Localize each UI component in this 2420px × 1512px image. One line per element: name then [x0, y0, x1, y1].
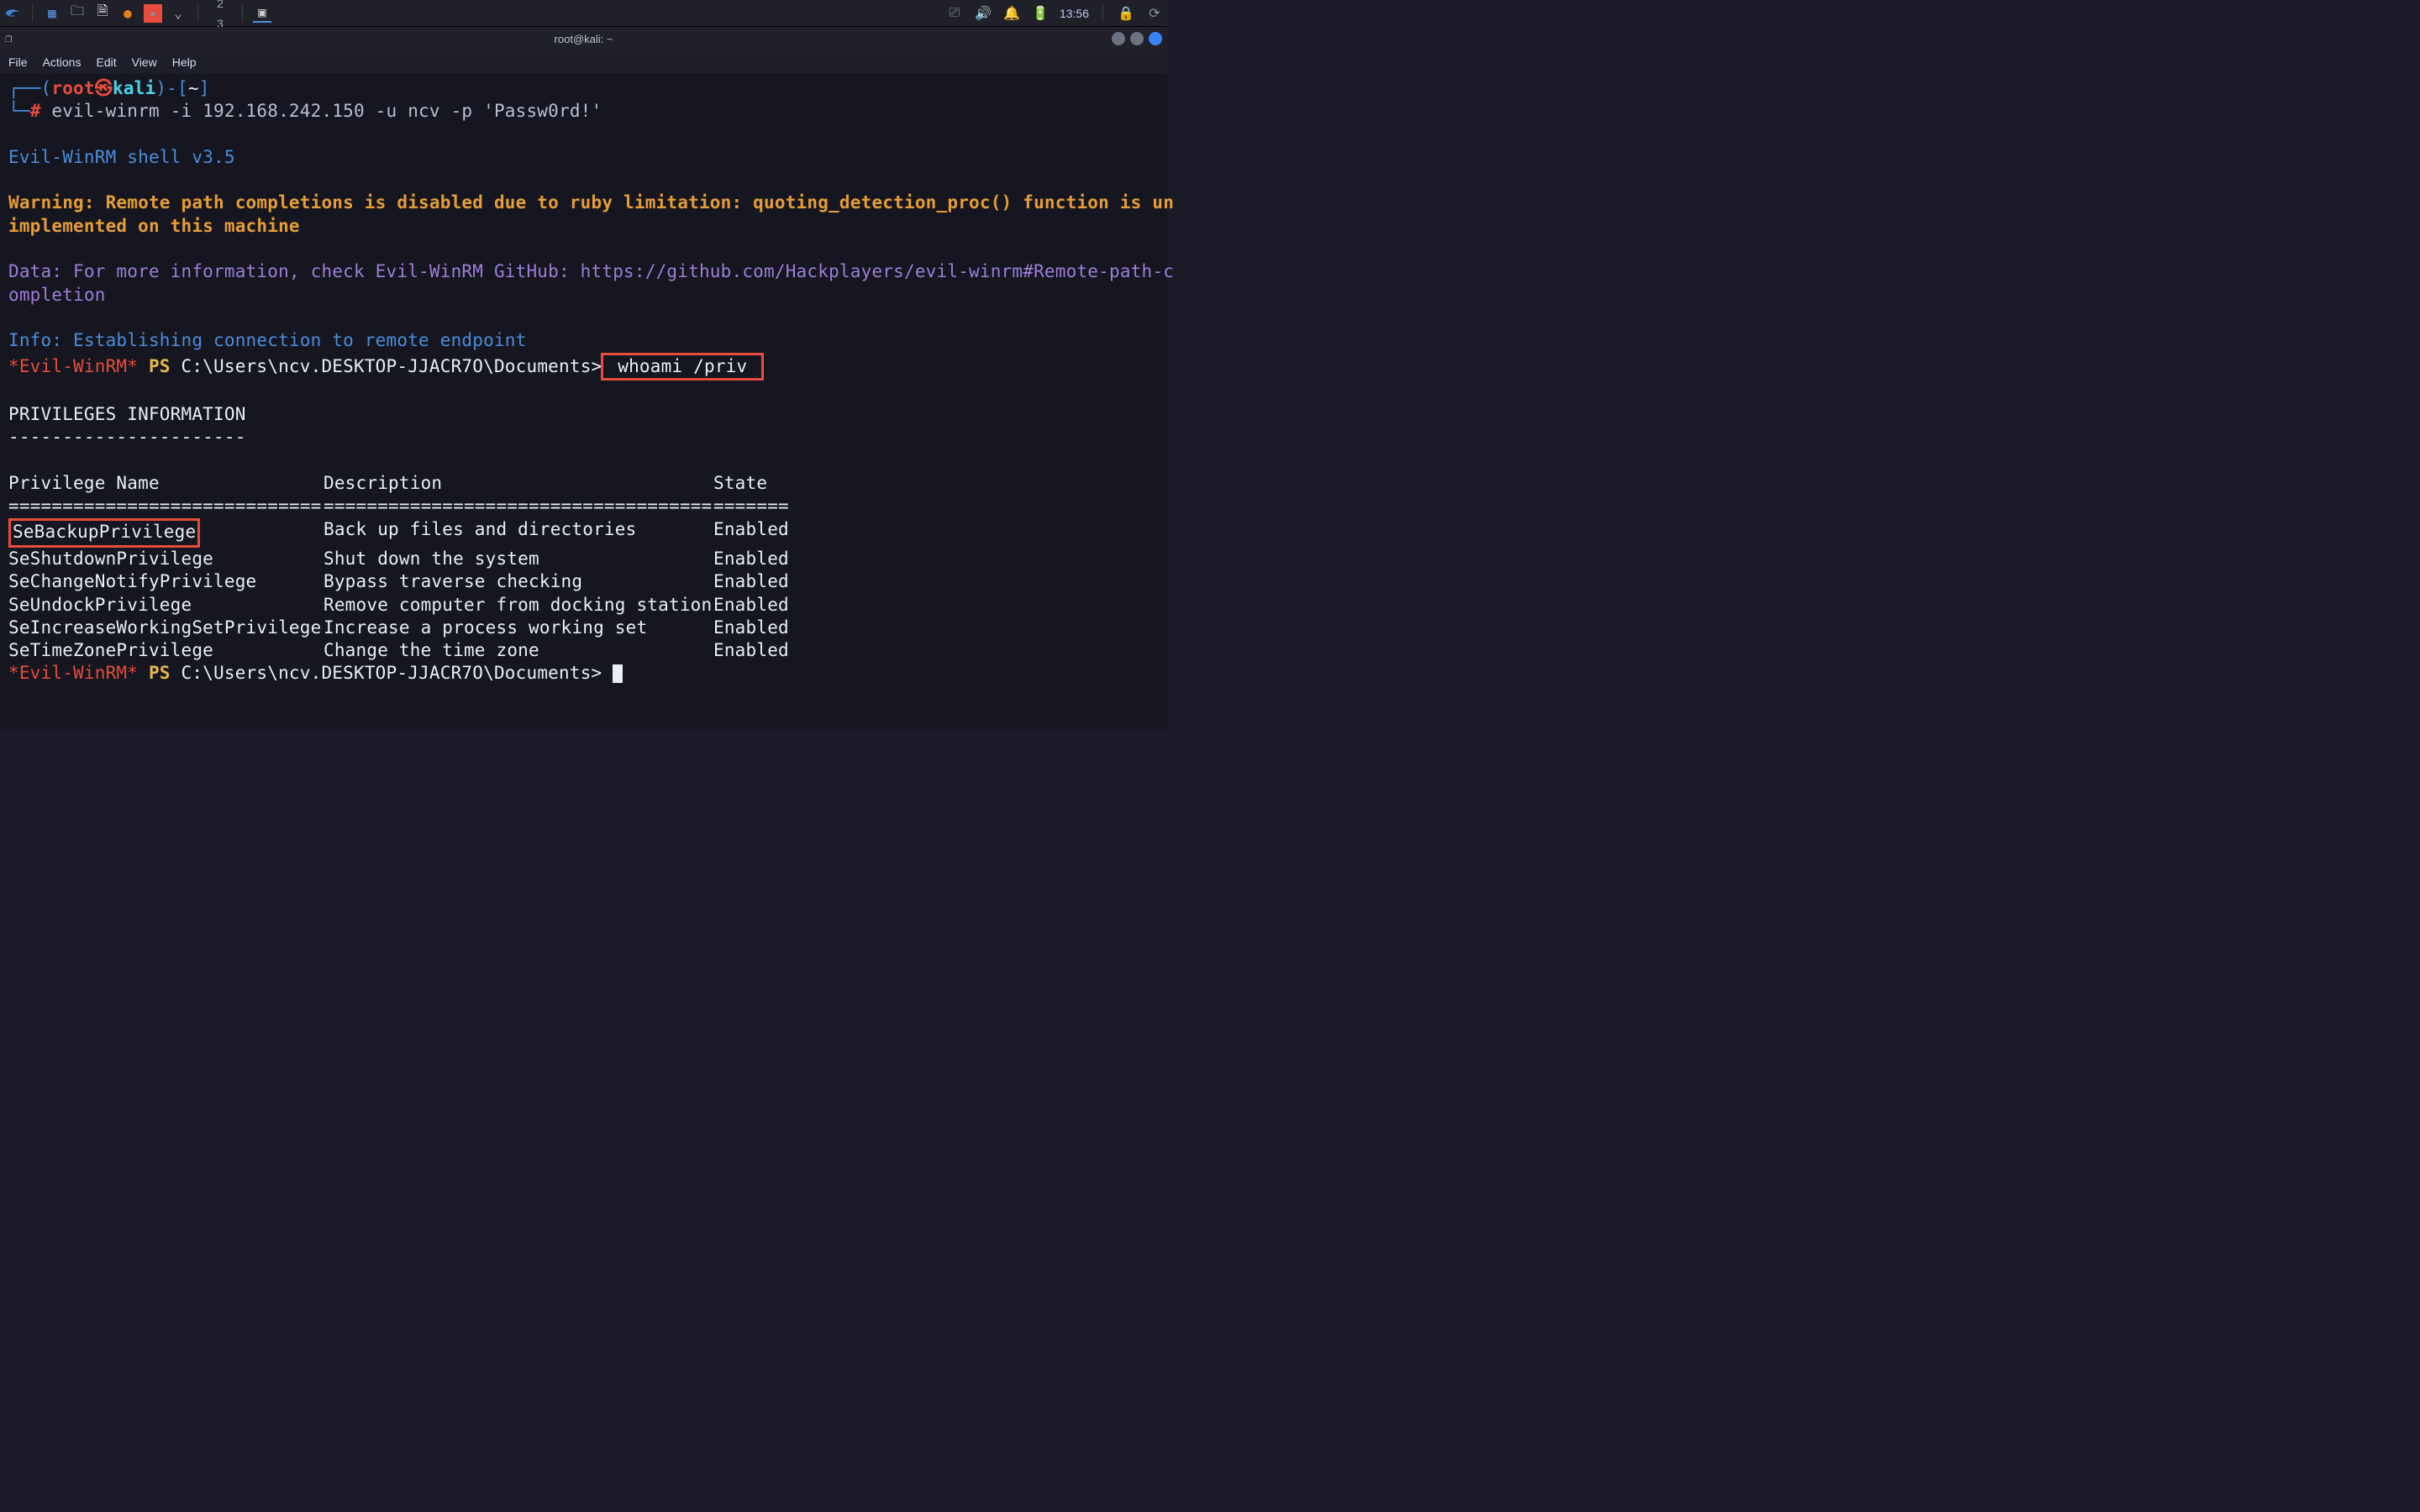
table-rule-row: ============================= ==========… — [8, 495, 1159, 517]
dropdown-icon[interactable]: ⌄ — [169, 4, 187, 23]
header-desc: Description — [324, 472, 713, 495]
lock-icon[interactable]: 🔒 — [1117, 4, 1135, 23]
menu-edit[interactable]: Edit — [96, 55, 116, 69]
priv-name: SeUndockPrivilege — [8, 594, 324, 617]
evil-winrm-prompt: *Evil-WinRM* — [8, 356, 138, 376]
taskbar-right: ⎚ 🔊 🔔 🔋 13:56 🔒 ⟳ — [945, 4, 1164, 23]
window-titlebar[interactable]: ❐ root@kali: ~ — [0, 27, 1167, 50]
evil-winrm-prompt: *Evil-WinRM* — [8, 663, 138, 683]
priv-state: Enabled — [713, 617, 789, 639]
priv-desc: Back up files and directories — [324, 518, 713, 548]
priv-name: SeBackupPrivilege — [8, 518, 324, 548]
cursor — [613, 664, 623, 683]
highlighted-command: whoami /priv — [601, 353, 764, 381]
terminal-menubar: File Actions Edit View Help — [0, 50, 1167, 74]
ps-path: C:\Users\ncv.DESKTOP-JJACR7O\Documents> — [182, 356, 602, 376]
menu-help[interactable]: Help — [172, 55, 197, 69]
prompt-end: ] — [199, 78, 210, 98]
table-row: SeUndockPrivilegeRemove computer from do… — [8, 594, 1159, 617]
info-text: Info: Establishing connection to remote … — [8, 330, 526, 350]
firefox-icon[interactable]: ● — [118, 4, 137, 23]
priv-state: Enabled — [713, 518, 789, 548]
prompt-line2: └─ — [8, 101, 30, 121]
prompt-hash: # — [30, 101, 41, 121]
priv-state: Enabled — [713, 570, 789, 593]
ps-path: C:\Users\ncv.DESKTOP-JJACR7O\Documents> — [182, 663, 613, 683]
separator — [242, 5, 243, 22]
file-manager-icon[interactable]: 🗀 — [68, 4, 87, 23]
window-controls — [1112, 32, 1162, 45]
command-text: evil-winrm -i 192.168.242.150 -u ncv -p … — [41, 101, 602, 121]
clock[interactable]: 13:56 — [1060, 7, 1089, 20]
table-row: SeTimeZonePrivilegeChange the time zoneE… — [8, 639, 1159, 662]
section-underline: ---------------------- — [8, 427, 246, 447]
priv-name: SeTimeZonePrivilege — [8, 639, 324, 662]
terminal-icon: ❐ — [5, 32, 12, 45]
power-icon[interactable]: ⟳ — [1145, 4, 1164, 23]
separator — [197, 5, 198, 22]
minimize-button[interactable] — [1112, 32, 1125, 45]
priv-desc: Increase a process working set — [324, 617, 713, 639]
data-text: Data: For more information, check Evil-W… — [8, 261, 1174, 304]
header-state: State — [713, 472, 767, 495]
priv-desc: Remove computer from docking station — [324, 594, 713, 617]
table-body: SeBackupPrivilegeBack up files and direc… — [8, 518, 1159, 663]
prompt-path: ~ — [188, 78, 199, 98]
workspace-2[interactable]: 2 — [208, 0, 232, 13]
volume-icon[interactable]: 🔊 — [974, 4, 992, 23]
notification-icon[interactable]: 🔔 — [1002, 4, 1021, 23]
priv-desc: Change the time zone — [324, 639, 713, 662]
priv-state: Enabled — [713, 639, 789, 662]
maximize-button[interactable] — [1130, 32, 1144, 45]
desktop-taskbar: ▦ 🗀 🗎 ● ▪ ⌄ 1234 ▣ ⎚ 🔊 🔔 🔋 13:56 🔒 ⟳ — [0, 0, 1167, 27]
priv-name: SeIncreaseWorkingSetPrivilege — [8, 617, 324, 639]
section-header: PRIVILEGES INFORMATION — [8, 404, 246, 424]
kali-logo-icon[interactable] — [3, 4, 22, 23]
terminal-window: ❐ root@kali: ~ File Actions Edit View He… — [0, 27, 1167, 729]
separator — [1102, 5, 1103, 22]
prompt-bracket: ┌──( — [8, 78, 51, 98]
table-row: SeBackupPrivilegeBack up files and direc… — [8, 518, 1159, 548]
banner-text: Evil-WinRM shell v3.5 — [8, 147, 235, 167]
rule-name: ============================= — [8, 495, 324, 517]
window-title: root@kali: ~ — [555, 33, 613, 45]
record-icon[interactable]: ⎚ — [945, 4, 964, 23]
terminal-window-icon[interactable]: ▣ — [253, 4, 271, 23]
table-header-row: Privilege NameDescriptionState — [8, 472, 1159, 495]
warning-text: Warning: Remote path completions is disa… — [8, 192, 1174, 235]
document-icon[interactable]: 🗎 — [93, 4, 112, 23]
ps-label: PS — [138, 663, 181, 683]
priv-desc: Bypass traverse checking — [324, 570, 713, 593]
close-button[interactable] — [1149, 32, 1162, 45]
priv-state: Enabled — [713, 594, 789, 617]
rule-desc: ==================================== — [324, 495, 713, 517]
priv-name: SeShutdownPrivilege — [8, 548, 324, 570]
prompt-host: kali — [113, 78, 155, 98]
battery-icon[interactable]: 🔋 — [1031, 4, 1050, 23]
menu-file[interactable]: File — [8, 55, 28, 69]
menu-view[interactable]: View — [132, 55, 157, 69]
skull-icon: ㉿ — [95, 78, 113, 98]
prompt-close: )-[ — [155, 78, 188, 98]
priv-state: Enabled — [713, 548, 789, 570]
menu-actions[interactable]: Actions — [43, 55, 82, 69]
priv-name: SeChangeNotifyPrivilege — [8, 570, 324, 593]
header-name: Privilege Name — [8, 472, 324, 495]
rule-state: ======= — [713, 495, 789, 517]
terminal-output[interactable]: ┌──(root㉿kali)-[~] └─# evil-winrm -i 192… — [0, 74, 1167, 689]
ps-label: PS — [138, 356, 181, 376]
red-app-icon[interactable]: ▪ — [144, 4, 162, 23]
table-row: SeShutdownPrivilegeShut down the systemE… — [8, 548, 1159, 570]
priv-desc: Shut down the system — [324, 548, 713, 570]
prompt-user: root — [51, 78, 94, 98]
separator — [32, 5, 33, 22]
table-row: SeChangeNotifyPrivilegeBypass traverse c… — [8, 570, 1159, 593]
table-row: SeIncreaseWorkingSetPrivilegeIncrease a … — [8, 617, 1159, 639]
app-manager-icon[interactable]: ▦ — [43, 4, 61, 23]
